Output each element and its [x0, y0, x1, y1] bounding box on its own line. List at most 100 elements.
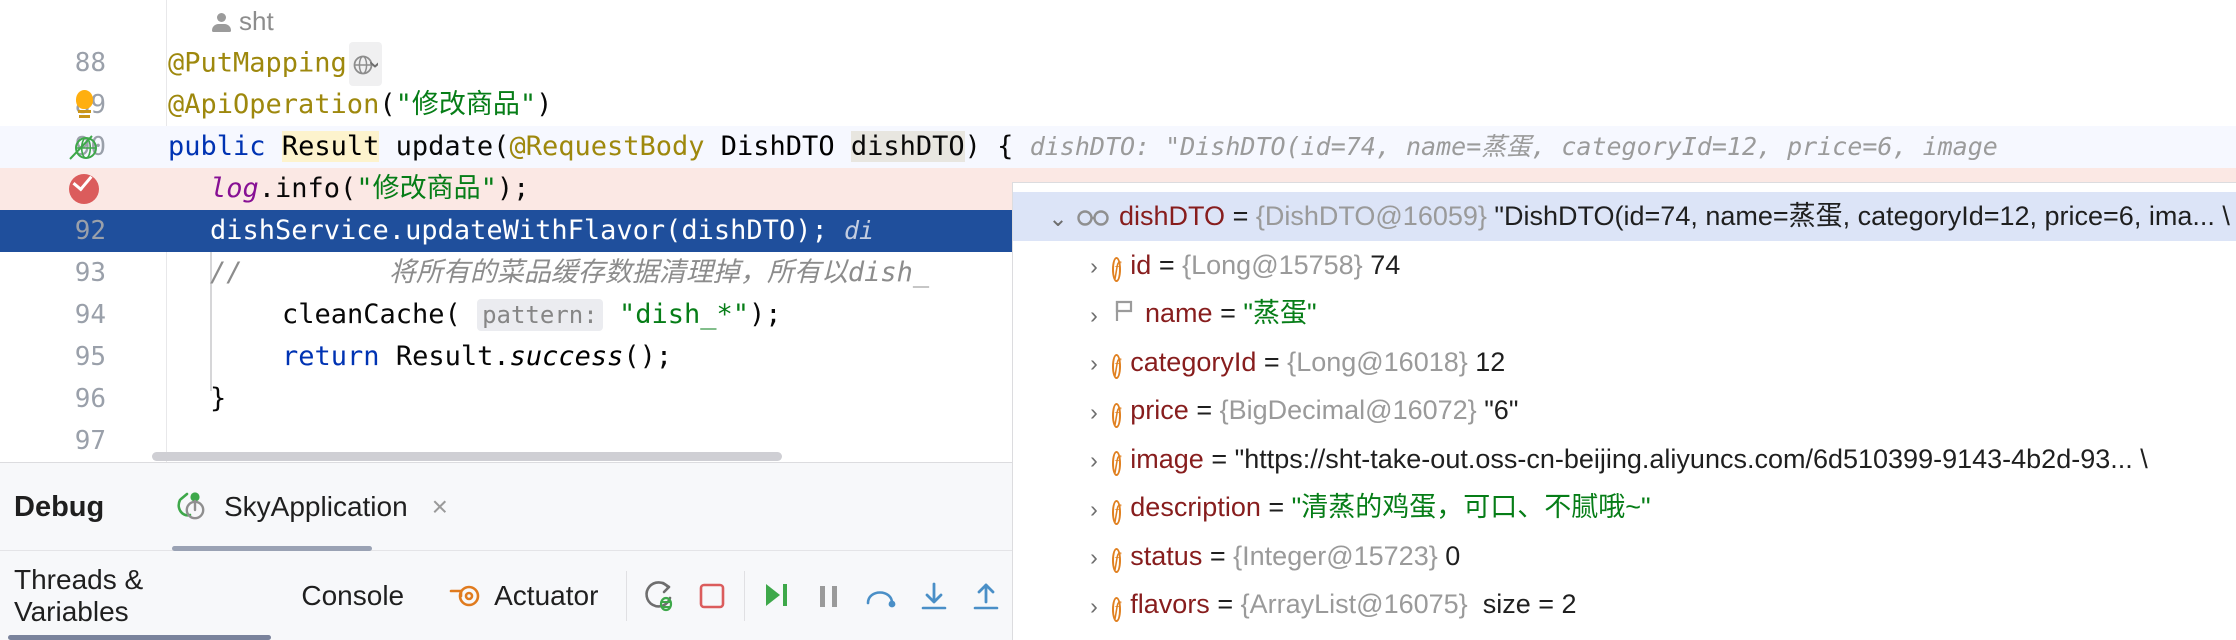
param-name-dishdto: dishDTO	[850, 131, 965, 162]
variable-row-name[interactable]: › name = "蒸蛋"	[1013, 289, 2236, 338]
variable-row-description[interactable]: › f description = "清蒸的鸡蛋，可口、不腻哦~"	[1013, 483, 2236, 532]
intention-bulb-gutter-icon[interactable]	[58, 84, 110, 126]
tab-label: Actuator	[494, 579, 599, 611]
author-name: sht	[239, 6, 274, 36]
pause-button[interactable]	[803, 569, 855, 623]
chevron-right-icon[interactable]: ›	[1079, 436, 1109, 485]
resume-icon	[765, 583, 787, 606]
step-out-icon	[973, 583, 999, 609]
closing-brace: }	[210, 383, 227, 414]
debug-tool-window[interactable]: Debug SkyApplication × Threads & Variabl…	[0, 462, 1012, 640]
tab-threads-and-variables[interactable]: Threads & Variables	[0, 551, 279, 640]
step-over-button[interactable]	[855, 569, 907, 623]
code-line-88[interactable]: 88 @PutMapping	[0, 42, 2236, 87]
code-line-89[interactable]: 89 @ApiOperation("修改商品")	[0, 84, 2236, 126]
close-icon[interactable]: ×	[432, 491, 448, 523]
equals-sign: =	[1268, 492, 1285, 522]
step-out-button[interactable]	[960, 569, 1012, 623]
apioperation-value: "修改商品"	[395, 89, 537, 120]
equals-sign: =	[1263, 346, 1280, 377]
paren-close: )	[964, 131, 981, 162]
comment-text: 将所有的菜品缓存数据清理掉，所有以dish_	[388, 257, 930, 288]
equals-sign: =	[1158, 249, 1175, 280]
debug-subtab-bar[interactable]: Threads & Variables Console Actuator	[0, 551, 1012, 640]
step-over-icon	[867, 590, 896, 607]
breakpoint-verified-icon[interactable]	[69, 170, 99, 205]
method-name-update: update	[395, 131, 494, 162]
cleancache-pattern-arg: "dish_*"	[618, 299, 749, 330]
variable-row-status[interactable]: › f status = {Integer@15723} 0	[1013, 532, 2236, 581]
inline-debug-hint-line90[interactable]: dishDTO: "DishDTO(id=74, name=蒸蛋, catego…	[1030, 132, 1998, 161]
step-into-button[interactable]	[908, 569, 960, 623]
debug-session-label: SkyApplication	[224, 491, 408, 522]
chevron-right-icon[interactable]: ›	[1079, 339, 1109, 388]
editor-horizontal-scrollbar[interactable]	[152, 452, 782, 461]
variable-row-flavors[interactable]: › f flavors = {ArrayList@16075} size = 2	[1013, 580, 2236, 629]
variable-value: 74	[1370, 249, 1401, 280]
equals-sign: =	[1232, 201, 1249, 231]
debug-session-tab[interactable]: SkyApplication ×	[160, 463, 466, 551]
lightbulb-icon[interactable]	[73, 90, 95, 120]
equals-sign: =	[1209, 540, 1226, 571]
comment-slashes: //	[210, 257, 243, 288]
variable-row-dishdto[interactable]: ⌄ dishDTO = {DishDTO@16059} "DishDTO(id=7…	[1013, 192, 2236, 241]
variable-name: price	[1130, 395, 1189, 425]
web-endpoint-gutter-icon[interactable]	[58, 126, 110, 168]
annotation-putmapping: @PutMapping	[168, 47, 347, 79]
debug-variables-panel[interactable]: ⌄ dishDTO = {DishDTO@16059} "DishDTO(id=7…	[1012, 182, 2236, 640]
chevron-right-icon[interactable]: ›	[1079, 291, 1109, 340]
variable-name: id	[1130, 249, 1152, 280]
chevron-right-icon[interactable]: ›	[1079, 388, 1109, 437]
toolbar-divider	[743, 570, 745, 621]
variable-row-image[interactable]: › f image = "https://sht-take-out.oss-cn-b…	[1013, 435, 2236, 484]
statement-tail: ();	[623, 341, 673, 372]
resume-button[interactable]	[751, 569, 803, 623]
globe-run-icon	[69, 135, 97, 160]
variable-row-categoryid[interactable]: › f categoryId = {Long@16018} 12	[1013, 338, 2236, 387]
variable-name: status	[1130, 540, 1203, 571]
stop-button[interactable]	[686, 569, 738, 623]
annotation-requestbody: @RequestBody	[509, 131, 705, 162]
code-line-90[interactable]: 90 public Result update(@RequestBody Dis…	[0, 126, 2236, 169]
equals-sign: =	[1220, 298, 1236, 328]
tab-label: Console	[301, 579, 405, 611]
field-icon: f	[1112, 257, 1122, 283]
variable-value: "6"	[1484, 395, 1519, 425]
person-icon	[210, 12, 232, 34]
line-number: 97	[74, 426, 106, 456]
rerun-debug-button[interactable]	[633, 569, 685, 623]
chevron-right-icon[interactable]: ›	[1079, 242, 1109, 291]
keyword-return: return	[282, 341, 380, 372]
breakpoint-gutter-icon[interactable]	[58, 168, 110, 210]
toolbar-divider	[626, 570, 628, 621]
statement-tail: );	[496, 173, 530, 204]
variable-value: "蒸蛋"	[1243, 298, 1317, 328]
success-method: success	[509, 341, 624, 372]
debug-session-icon	[174, 486, 214, 529]
ide-debug-screenshot: sht 88 @PutMapping 89 @ApiOperation("修改商…	[0, 0, 2236, 640]
variable-reference: {DishDTO@16059}	[1255, 201, 1487, 231]
paren-close: )	[536, 89, 553, 120]
logger-variable: log	[210, 173, 259, 204]
variable-row-price[interactable]: › f price = {BigDecimal@16072} "6"	[1013, 386, 2236, 435]
chevron-right-icon[interactable]: ›	[1079, 533, 1109, 582]
tab-actuator[interactable]: Actuator	[426, 551, 620, 640]
variable-row-id[interactable]: › f id = {Long@15758} 74	[1013, 241, 2236, 290]
keyword-public: public	[168, 131, 266, 162]
line-number: 95	[74, 342, 106, 372]
tab-console[interactable]: Console	[279, 551, 426, 640]
statement-tail: );	[748, 299, 782, 330]
chevron-down-icon[interactable]: ⌄	[1043, 194, 1073, 243]
chevron-right-icon[interactable]: ›	[1079, 485, 1109, 534]
variable-name: name	[1145, 298, 1213, 328]
equals-sign: =	[1196, 395, 1213, 425]
log-info-call: .info(	[258, 173, 357, 204]
globe-icon	[353, 55, 380, 74]
variable-name: image	[1130, 443, 1204, 474]
return-type-result: Result	[281, 131, 380, 162]
chevron-right-icon[interactable]: ›	[1079, 582, 1109, 631]
inline-debug-hint-line92[interactable]: di	[844, 216, 874, 245]
glasses-icon	[1076, 194, 1110, 243]
globe-badge[interactable]	[348, 42, 382, 87]
variable-reference: {Long@15758}	[1182, 249, 1363, 280]
